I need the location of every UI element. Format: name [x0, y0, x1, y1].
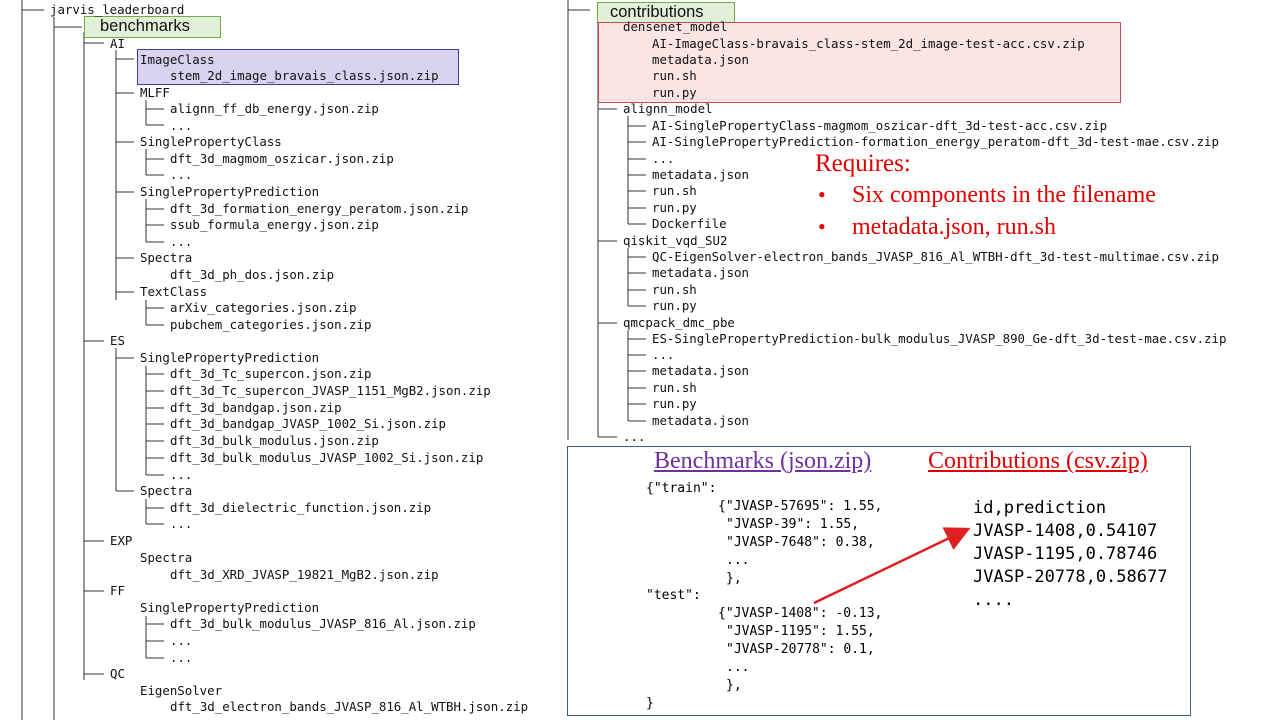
mapping-arrow: [813, 527, 971, 605]
